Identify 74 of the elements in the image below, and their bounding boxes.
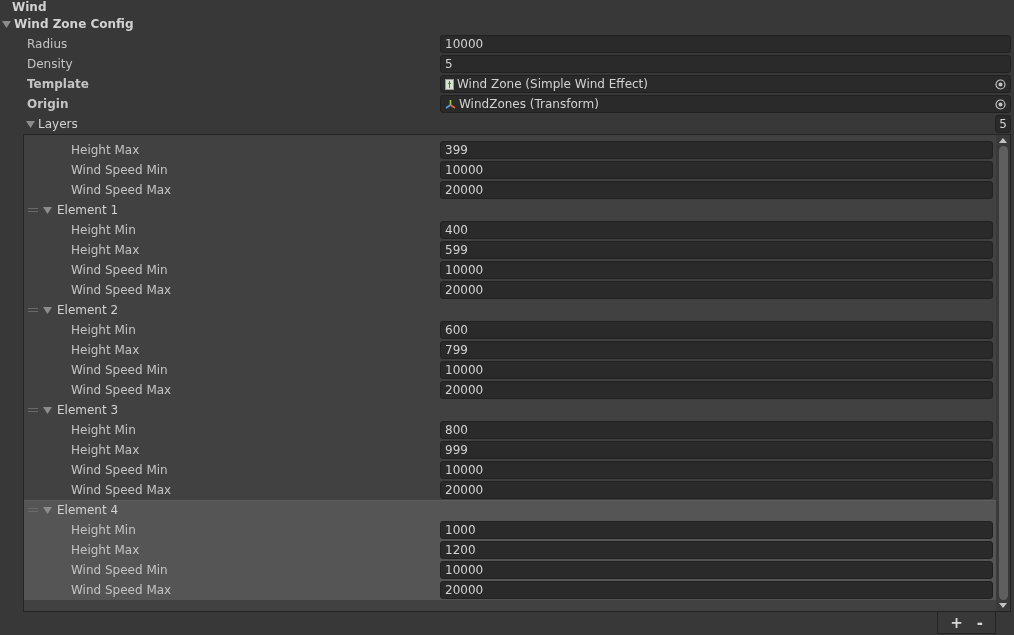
number-field[interactable]: 20000 (440, 381, 993, 399)
object-field[interactable]: WindZones (Transform) (440, 95, 1011, 113)
remove-button[interactable]: - (972, 613, 987, 632)
property-label: Height Max (71, 343, 141, 357)
property-label: Height Min (71, 323, 137, 337)
property-label: Radius (27, 37, 69, 51)
number-field[interactable]: 20000 (440, 181, 993, 199)
number-field[interactable]: 399 (440, 141, 993, 159)
number-field[interactable]: 20000 (440, 581, 993, 599)
expanded-triangle-icon[interactable] (43, 305, 52, 315)
number-field[interactable]: 10000 (440, 161, 993, 179)
number-field[interactable]: 10000 (440, 461, 993, 479)
component-title: Wind (11, 0, 48, 14)
section-title[interactable]: Wind Zone Config (14, 17, 134, 31)
list-element[interactable]: Element 4 Height Min 1000 Height Max 1200 Wind Speed Min 10000 Wind Speed Max 20000 (24, 500, 996, 600)
property-label: Wind Speed Min (71, 563, 169, 577)
property-label: Wind Speed Max (71, 483, 173, 497)
property-label: Wind Speed Min (71, 163, 169, 177)
property-label: Height Max (71, 143, 141, 157)
object-picker-icon[interactable] (995, 98, 1006, 110)
list-size-field[interactable]: 5 (995, 115, 1011, 133)
element-title[interactable]: Element 4 (57, 503, 119, 517)
expanded-triangle-icon[interactable] (26, 119, 35, 129)
number-field[interactable]: 600 (440, 321, 993, 339)
number-field[interactable]: 20000 (440, 281, 993, 299)
property-label: Wind Speed Max (71, 383, 173, 397)
number-field[interactable]: 1200 (440, 541, 993, 559)
property-label: Origin (27, 97, 70, 111)
scroll-down-icon[interactable] (999, 603, 1007, 608)
add-button[interactable]: + (946, 613, 967, 632)
drag-handle-icon[interactable] (28, 307, 38, 313)
property-label: Wind Speed Max (71, 183, 173, 197)
property-label: Wind Speed Min (71, 363, 169, 377)
property-label: Template (27, 77, 90, 91)
number-field[interactable]: 20000 (440, 481, 993, 499)
property-label: Height Min (71, 523, 137, 537)
property-label: Height Max (71, 543, 141, 557)
number-field[interactable]: 10000 (440, 561, 993, 579)
expanded-triangle-icon[interactable] (43, 405, 52, 415)
drag-handle-icon[interactable] (28, 207, 38, 213)
property-label: Wind Speed Max (71, 283, 173, 297)
scrollbar[interactable] (996, 135, 1010, 611)
element-title[interactable]: Element 1 (57, 203, 119, 217)
number-field[interactable]: 5 (440, 55, 1011, 73)
expanded-triangle-icon[interactable] (43, 205, 52, 215)
object-field[interactable]: Wind Zone (Simple Wind Effect) (440, 75, 1011, 93)
property-label: Density (27, 57, 74, 71)
number-field[interactable]: 999 (440, 441, 993, 459)
property-label: Height Min (71, 223, 137, 237)
number-field[interactable]: 1000 (440, 521, 993, 539)
number-field[interactable]: 10000 (440, 361, 993, 379)
expanded-triangle-icon[interactable] (2, 19, 11, 29)
scroll-up-icon[interactable] (999, 138, 1007, 143)
element-title[interactable]: Element 2 (57, 303, 119, 317)
number-field[interactable]: 800 (440, 421, 993, 439)
number-field[interactable]: 10000 (440, 261, 993, 279)
number-field[interactable]: 599 (440, 241, 993, 259)
property-label: Height Max (71, 243, 141, 257)
list-label[interactable]: Layers (38, 117, 78, 131)
property-label: Wind Speed Max (71, 583, 173, 597)
number-field[interactable]: 400 (440, 221, 993, 239)
element-title[interactable]: Element 3 (57, 403, 119, 417)
document-icon (445, 78, 454, 90)
scrollbar-thumb[interactable] (998, 146, 1008, 600)
number-field[interactable]: 10000 (440, 35, 1011, 53)
object-picker-icon[interactable] (995, 78, 1006, 90)
property-label: Wind Speed Min (71, 263, 169, 277)
property-label: Height Max (71, 443, 141, 457)
property-label: Height Min (71, 423, 137, 437)
number-field[interactable]: 799 (440, 341, 993, 359)
property-label: Wind Speed Min (71, 463, 169, 477)
axes-icon (445, 98, 456, 110)
drag-handle-icon[interactable] (28, 407, 38, 413)
expanded-triangle-icon[interactable] (43, 505, 52, 515)
